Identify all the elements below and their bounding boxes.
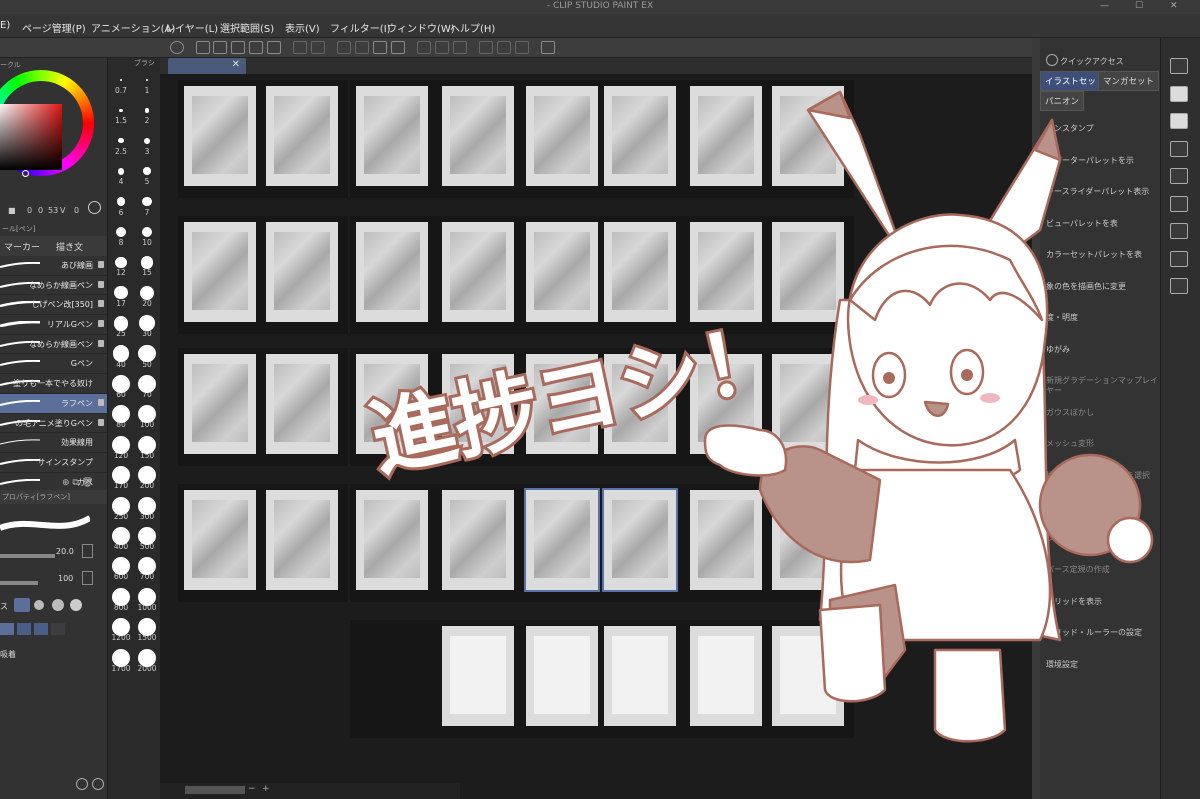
- clip-studio-window: - CLIP STUDIO PAINT EX — ☐ ✕ E) ページ管理(P)…: [0, 0, 1200, 799]
- overlay-layer: 進捗ヨシ！: [359, 90, 1154, 743]
- character-illustration: [703, 90, 1154, 743]
